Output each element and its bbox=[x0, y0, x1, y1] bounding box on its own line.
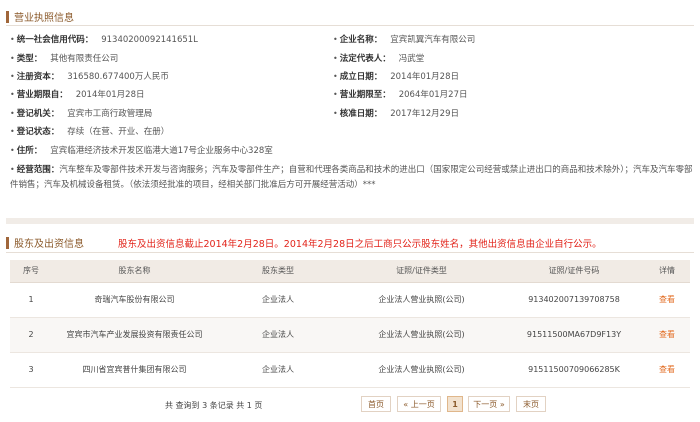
term-from-row: • 营业期限自： 2014年01月28日 bbox=[10, 90, 145, 100]
col-header-no: 序号 bbox=[10, 260, 52, 283]
shareholder-section-header: 股东及出资信息 bbox=[6, 235, 84, 250]
section-gap bbox=[6, 218, 694, 224]
view-detail-link[interactable]: 查看 bbox=[659, 365, 675, 374]
section-marker bbox=[6, 236, 9, 249]
address-value: 宜宾临港经济技术开发区临港大道17号企业服务中心328室 bbox=[50, 146, 273, 156]
business-scope: • 经营范围：汽车整车及零部件技术开发与咨询服务；汽车及零部件生产；自营和代理各类… bbox=[10, 165, 693, 190]
table-row: 2 宜宾市汽车产业发展投资有限责任公司 企业法人 企业法人营业执照(公司) 91… bbox=[10, 317, 690, 353]
view-detail-link[interactable]: 查看 bbox=[659, 330, 675, 339]
type-row: • 类型： 其他有限责任公司 bbox=[10, 54, 119, 64]
table-row: 3 四川省宜宾普什集团有限公司 企业法人 企业法人营业执照(公司) 915115… bbox=[10, 352, 690, 388]
section-divider bbox=[6, 252, 694, 253]
reg-authority-value: 宜宾市工商行政管理局 bbox=[67, 109, 153, 119]
col-header-detail: 详情 bbox=[644, 260, 690, 283]
reg-status-value: 存续（在营、开业、在册） bbox=[67, 127, 170, 137]
first-page-button[interactable]: 首页 bbox=[361, 396, 391, 412]
legal-rep-value: 冯武堂 bbox=[398, 54, 425, 64]
company-name-row: • 企业名称： 宜宾凯翼汽车有限公司 bbox=[333, 35, 476, 45]
founded-value: 2014年01月28日 bbox=[390, 72, 459, 82]
type-value: 其他有限责任公司 bbox=[50, 54, 119, 64]
approval-date-row: • 核准日期： 2017年12月29日 bbox=[333, 109, 459, 119]
shareholder-table: 序号 股东名称 股东类型 证照/证件类型 证照/证件号码 详情 1 奇瑞汽车股份… bbox=[10, 260, 690, 388]
next-page-button[interactable]: 下一页 » bbox=[468, 396, 510, 412]
approval-date-value: 2017年12月29日 bbox=[390, 109, 459, 119]
current-page-button[interactable]: 1 bbox=[447, 396, 463, 412]
credit-code-value: 91340200092141651L bbox=[101, 35, 198, 45]
address-row: • 住所： 宜宾临港经济技术开发区临港大道17号企业服务中心328室 bbox=[10, 146, 273, 156]
section-divider bbox=[6, 25, 694, 26]
col-header-name: 股东名称 bbox=[52, 260, 217, 283]
credit-code-row: • 统一社会信用代码： 91340200092141651L bbox=[10, 35, 198, 45]
company-name-value: 宜宾凯翼汽车有限公司 bbox=[390, 35, 476, 45]
reg-status-row: • 登记状态： 存续（在营、开业、在册） bbox=[10, 127, 170, 137]
business-scope-value: 汽车整车及零部件技术开发与咨询服务；汽车及零部件生产；自营和代理各类商品和技术的… bbox=[10, 165, 693, 190]
term-from-value: 2014年01月28日 bbox=[75, 90, 145, 100]
table-row: 1 奇瑞汽车股份有限公司 企业法人 企业法人营业执照(公司) 913402007… bbox=[10, 282, 690, 318]
reg-capital-row: • 注册资本： 316580.677400万人民币 bbox=[10, 72, 169, 82]
legal-rep-row: • 法定代表人： 冯武堂 bbox=[333, 54, 425, 64]
last-page-button[interactable]: 末页 bbox=[516, 396, 546, 412]
pagination-summary: 共 查询到 3 条记录 共 1 页 bbox=[165, 401, 263, 410]
reg-capital-value: 316580.677400万人民币 bbox=[67, 72, 169, 82]
section-title: 营业执照信息 bbox=[14, 13, 74, 24]
col-header-type: 股东类型 bbox=[217, 260, 339, 283]
reg-authority-row: • 登记机关： 宜宾市工商行政管理局 bbox=[10, 109, 153, 119]
section-title: 股东及出资信息 bbox=[14, 239, 84, 250]
table-header-row: 序号 股东名称 股东类型 证照/证件类型 证照/证件号码 详情 bbox=[10, 260, 690, 283]
term-to-row: • 营业期限至： 2064年01月27日 bbox=[333, 90, 468, 100]
prev-page-button[interactable]: « 上一页 bbox=[397, 396, 441, 412]
section-marker bbox=[6, 10, 9, 23]
col-header-cert-type: 证照/证件类型 bbox=[339, 260, 504, 283]
shareholder-notice: 股东及出资信息截止2014年2月28日。2014年2月28日之后工商只公示股东姓… bbox=[118, 239, 602, 250]
business-license-section-header: 营业执照信息 bbox=[6, 9, 74, 24]
view-detail-link[interactable]: 查看 bbox=[659, 295, 675, 304]
col-header-cert-no: 证照/证件号码 bbox=[504, 260, 644, 283]
term-to-value: 2064年01月27日 bbox=[398, 90, 468, 100]
founded-row: • 成立日期： 2014年01月28日 bbox=[333, 72, 459, 82]
